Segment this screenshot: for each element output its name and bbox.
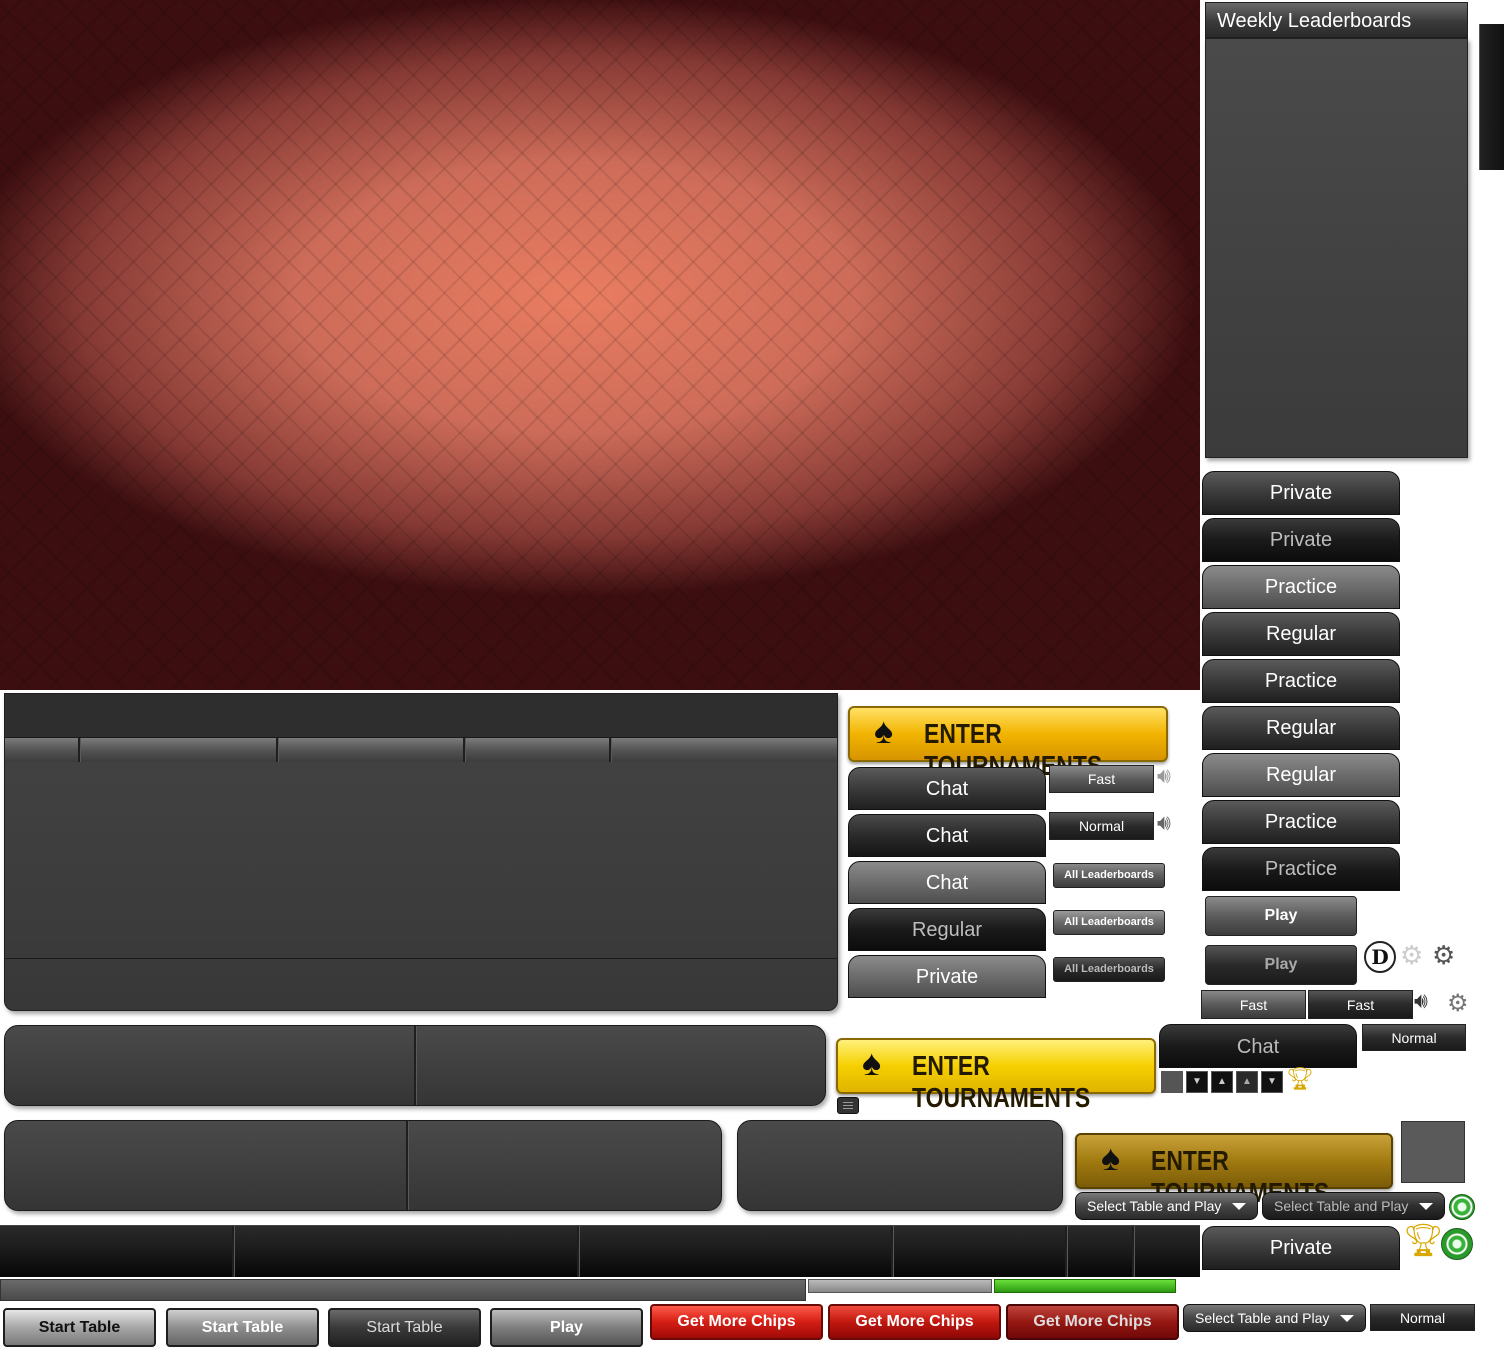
arrow-up-icon[interactable]: ▲	[1211, 1071, 1233, 1093]
gear-icon-small[interactable]: ⚙	[1447, 991, 1469, 1017]
table-felt	[0, 0, 1200, 690]
enter-tournaments-button[interactable]: ♠ ENTER TOURNAMENTS	[848, 706, 1168, 781]
select-table-dropdown-pressed[interactable]: Select Table and Play	[1262, 1192, 1445, 1220]
column-divider	[577, 1226, 580, 1277]
chevron-down-icon	[1419, 1203, 1433, 1210]
table-list-panel	[4, 693, 838, 1011]
dealer-icon: D	[1364, 941, 1396, 973]
chat-button-pressed[interactable]: Chat	[1159, 1024, 1357, 1068]
practice-button-pressed[interactable]: Practice	[1202, 847, 1400, 891]
panel-divider	[406, 1121, 409, 1210]
empty-square	[1161, 1071, 1183, 1093]
spade-icon: ♠	[874, 710, 894, 751]
split-panel	[4, 1025, 826, 1106]
chevron-down-icon	[1232, 1203, 1246, 1210]
speed-fast-button[interactable]: Fast	[1201, 990, 1306, 1019]
get-more-chips-button-hover[interactable]: Get More Chips	[828, 1304, 1001, 1340]
private-button[interactable]: Private	[1202, 471, 1400, 515]
get-more-chips-button[interactable]: Get More Chips	[650, 1304, 823, 1340]
play-button[interactable]: Play	[1205, 896, 1357, 936]
column-divider	[78, 738, 81, 762]
footer-divider	[5, 958, 837, 959]
play-button-disabled[interactable]: Play	[1205, 945, 1357, 985]
column-divider	[276, 738, 279, 762]
private-button-hover[interactable]: Private	[848, 955, 1046, 998]
panel-divider	[414, 1026, 417, 1105]
chat-button-hover[interactable]: Chat	[848, 861, 1046, 904]
column-divider	[1132, 1226, 1135, 1277]
arrow-down-icon[interactable]: ▼	[1186, 1071, 1208, 1093]
get-more-chips-button-pressed[interactable]: Get More Chips	[1006, 1304, 1179, 1340]
speaker-icon-muted[interactable]: 🔊︎	[1157, 810, 1171, 836]
speed-normal-pill[interactable]: Normal	[1049, 812, 1154, 840]
start-table-button[interactable]: Start Table	[3, 1308, 156, 1347]
progress-bar-green	[994, 1279, 1176, 1293]
table-list-header	[5, 694, 837, 738]
avatar-placeholder	[1401, 1121, 1465, 1183]
leaderboard-panel	[1205, 38, 1468, 458]
chip-icon	[1449, 1194, 1475, 1220]
speed-normal-button[interactable]: Normal	[1362, 1024, 1466, 1051]
chip-icon-large	[1441, 1228, 1473, 1260]
column-divider	[1065, 1226, 1068, 1277]
regular-button-hover[interactable]: Regular	[1202, 753, 1400, 797]
practice-button[interactable]: Practice	[1202, 659, 1400, 703]
gear-icon[interactable]: ⚙	[1400, 942, 1423, 968]
arrow-up-icon-alt[interactable]: ▲	[1236, 1071, 1258, 1093]
start-table-button-hover[interactable]: Start Table	[166, 1308, 319, 1347]
speed-fast-pill[interactable]: Fast	[1049, 765, 1154, 793]
all-leaderboards-button[interactable]: All Leaderboards	[1053, 863, 1165, 888]
practice-button-alt[interactable]: Practice	[1202, 800, 1400, 844]
column-header-bar[interactable]	[5, 738, 837, 762]
leaderboard-title: Weekly Leaderboards	[1205, 2, 1468, 38]
menu-icon[interactable]	[837, 1097, 859, 1114]
all-leaderboards-button-pressed[interactable]: All Leaderboards	[1053, 957, 1165, 982]
small-panel	[737, 1120, 1063, 1211]
private-button-bottom[interactable]: Private	[1202, 1226, 1400, 1270]
private-button-pressed[interactable]: Private	[1202, 518, 1400, 562]
column-divider	[463, 738, 466, 762]
all-leaderboards-button-hover[interactable]: All Leaderboards	[1053, 910, 1165, 935]
spade-icon: ♠	[862, 1042, 882, 1083]
regular-button-alt[interactable]: Regular	[1202, 706, 1400, 750]
speed-fast-button-alt[interactable]: Fast	[1308, 990, 1413, 1019]
start-table-button-pressed[interactable]: Start Table	[328, 1308, 481, 1347]
bottom-table-header	[0, 1225, 1200, 1277]
trophy-icon: 🏆︎	[1286, 1066, 1314, 1091]
progress-bar-grey	[808, 1279, 992, 1293]
arrow-down-icon-alt[interactable]: ▼	[1261, 1071, 1283, 1093]
select-table-dropdown[interactable]: Select Table and Play	[1075, 1192, 1258, 1220]
column-divider	[609, 738, 612, 762]
leaderboard-scrollbar[interactable]	[1479, 24, 1504, 170]
speaker-icon[interactable]: 🔊︎	[1414, 988, 1428, 1014]
chat-button-alt[interactable]: Chat	[848, 814, 1046, 857]
select-table-dropdown-bottom[interactable]: Select Table and Play	[1183, 1304, 1366, 1332]
gear-icon-dark[interactable]: ⚙	[1432, 942, 1455, 968]
regular-button-pressed[interactable]: Regular	[848, 908, 1046, 951]
play-button-large[interactable]: Play	[490, 1308, 643, 1347]
chevron-down-icon	[1340, 1315, 1354, 1322]
progress-track	[0, 1279, 806, 1301]
split-panel-alt	[4, 1120, 722, 1211]
practice-button-hover[interactable]: Practice	[1202, 565, 1400, 609]
enter-tournaments-button-hover[interactable]: ♠ ENTER TOURNAMENTS	[836, 1038, 1156, 1113]
felt-pattern	[0, 0, 1200, 690]
regular-button[interactable]: Regular	[1202, 612, 1400, 656]
speed-normal-button-bottom[interactable]: Normal	[1370, 1304, 1475, 1331]
column-divider	[891, 1226, 894, 1277]
speaker-icon[interactable]: 🔊︎	[1157, 763, 1171, 789]
chat-button[interactable]: Chat	[848, 767, 1046, 810]
column-divider	[232, 1226, 235, 1277]
trophy-icon-large: 🏆︎	[1403, 1222, 1444, 1258]
enter-tournaments-button-pressed[interactable]: ♠ ENTER TOURNAMENTS	[1075, 1133, 1393, 1208]
spade-icon: ♠	[1101, 1137, 1121, 1178]
